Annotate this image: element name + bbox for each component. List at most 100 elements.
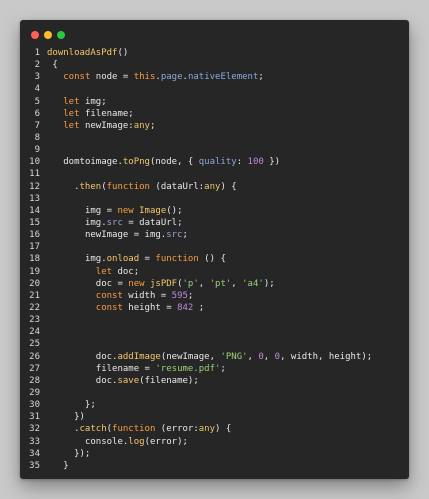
line-source: img.onload = function () { <box>47 253 226 265</box>
line-number: 1 <box>34 48 40 58</box>
code-token: jsPDF <box>149 278 178 289</box>
line-number: 13 <box>29 193 40 204</box>
code-token: Image <box>139 205 167 216</box>
code-token: save <box>117 375 140 386</box>
line-source: domtoimage.toPng(node, { quality: 100 }) <box>47 156 280 168</box>
code-token: ; <box>149 120 156 131</box>
code-line: 20 doc = new jsPDF('p', 'pt', 'a4'); <box>20 278 409 290</box>
code-token: nativeElement <box>187 72 259 83</box>
code-token: newImage: <box>79 120 134 131</box>
line-source: const width = 595; <box>47 290 194 302</box>
code-token: , width, height); <box>280 351 373 362</box>
code-token: src <box>166 230 183 241</box>
line-source: { <box>47 59 58 71</box>
code-token: ; <box>193 302 205 313</box>
code-editor-window: 1 downloadAsPdf() 2 {3 const node = this.p… <box>20 20 409 479</box>
line-source: .catch(function (error:any) { <box>47 423 231 435</box>
code-token: 842 <box>177 302 194 313</box>
maximize-window-button[interactable] <box>57 31 65 39</box>
code-token: 'pt' <box>209 278 232 289</box>
code-token: (node, { <box>149 157 199 168</box>
code-token: quality <box>198 157 237 168</box>
code-token: , <box>263 351 275 362</box>
code-token: 'p' <box>182 278 199 289</box>
code-line: 10 domtoimage.toPng(node, { quality: 100… <box>20 156 409 168</box>
code-line: 21 const width = 595; <box>20 290 409 302</box>
line-number: 21 <box>29 290 40 301</box>
code-token: height = <box>122 302 178 313</box>
line-number: 11 <box>29 169 40 180</box>
code-line: 29 <box>20 387 409 399</box>
code-line: 33 console.log(error); <box>20 436 409 448</box>
code-line: 5 let img; <box>20 96 409 108</box>
code-token: img. <box>84 217 107 228</box>
code-token: ) { <box>220 181 237 192</box>
code-token: }) <box>263 157 281 168</box>
line-number: 24 <box>29 327 40 338</box>
code-block[interactable]: 1 downloadAsPdf() 2 {3 const node = this.p… <box>20 47 409 472</box>
code-token: let <box>63 108 80 119</box>
code-line: 1 downloadAsPdf() <box>20 47 409 59</box>
line-number: 4 <box>34 84 40 95</box>
line-number: 31 <box>29 412 40 423</box>
line-source: img = new Image(); <box>47 205 183 217</box>
line-number: 17 <box>29 242 40 253</box>
code-token: }) <box>47 412 85 423</box>
code-token: (); <box>166 205 183 216</box>
code-token: }); <box>47 448 91 459</box>
line-number: 26 <box>29 351 40 362</box>
line-number: 29 <box>29 387 40 398</box>
code-line: 27 filename = 'resume.pdf'; <box>20 363 409 375</box>
code-token: newImage = img. <box>84 230 167 241</box>
code-token: { <box>47 60 58 71</box>
code-token: = <box>139 254 156 265</box>
line-number: 30 <box>29 400 40 411</box>
code-token: src <box>106 217 123 228</box>
code-token: doc. <box>95 375 118 386</box>
code-token: downloadAsPdf <box>47 48 118 58</box>
line-source: newImage = img.src; <box>47 229 188 241</box>
code-token: , <box>231 278 243 289</box>
minimize-window-button[interactable] <box>44 31 52 39</box>
code-token: img. <box>84 254 107 265</box>
code-token: const <box>63 72 91 83</box>
code-token: const <box>95 290 123 301</box>
code-line: 11 <box>20 168 409 180</box>
code-line: 26 doc.addImage(newImage, 'PNG', 0, 0, w… <box>20 351 409 363</box>
code-token: (error); <box>144 436 188 447</box>
close-window-button[interactable] <box>31 31 39 39</box>
code-token: new <box>128 278 145 289</box>
code-token: console. <box>84 436 129 447</box>
code-token: function <box>112 424 156 435</box>
line-number: 2 <box>34 60 40 71</box>
code-token: function <box>155 254 199 265</box>
line-source: let doc; <box>47 266 139 278</box>
code-token: img = <box>84 205 118 216</box>
code-token: filename = <box>95 363 156 374</box>
code-line: 25 <box>20 338 409 350</box>
code-token: doc; <box>112 266 140 277</box>
line-number: 10 <box>29 157 40 168</box>
code-token: 'a4' <box>242 278 264 289</box>
line-source: const height = 842 ; <box>47 302 204 314</box>
code-token: let <box>63 96 80 107</box>
code-line: 9 <box>20 144 409 156</box>
line-source: filename = 'resume.pdf'; <box>47 363 226 375</box>
line-number: 9 <box>34 145 40 156</box>
line-number: 14 <box>29 205 40 216</box>
code-token: ; <box>182 230 188 241</box>
code-token: (newImage, <box>160 351 221 362</box>
line-source: doc = new jsPDF('p', 'pt', 'a4'); <box>47 278 275 290</box>
code-token: onload <box>106 254 140 265</box>
code-line: 22 const height = 842 ; <box>20 302 409 314</box>
code-line: 15 img.src = dataUrl; <box>20 217 409 229</box>
